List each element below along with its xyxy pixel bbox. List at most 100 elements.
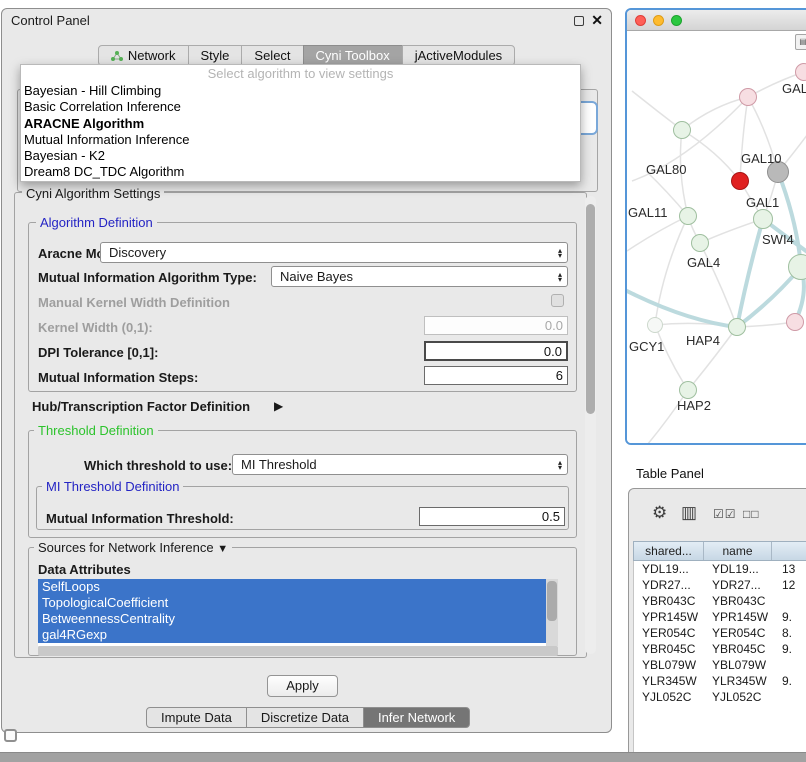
- tab-select[interactable]: Select: [241, 45, 303, 66]
- tab-style[interactable]: Style: [188, 45, 243, 66]
- network-node[interactable]: [753, 209, 773, 229]
- network-window-titlebar[interactable]: [627, 10, 806, 31]
- mi-type-label: Mutual Information Algorithm Type:: [38, 270, 257, 285]
- table-row[interactable]: YPR145WYPR145W9.: [634, 609, 806, 625]
- apply-button[interactable]: Apply: [267, 675, 338, 697]
- mi-steps-label: Mutual Information Steps:: [38, 370, 198, 385]
- mi-threshold-label: Mutual Information Threshold:: [46, 511, 234, 526]
- node-label: SWI4: [762, 232, 794, 247]
- table-header: shared... name: [633, 541, 806, 561]
- data-attributes-label: Data Attributes: [38, 562, 131, 577]
- control-panel-titlebar[interactable]: Control Panel ✕: [2, 9, 611, 33]
- settings-scrollbar[interactable]: [585, 196, 596, 654]
- dropdown-item[interactable]: Bayesian - K2: [21, 148, 580, 164]
- docked-panel-icon[interactable]: [4, 729, 17, 742]
- manual-kernel-checkbox[interactable]: [551, 294, 564, 307]
- expand-right-icon[interactable]: ▶: [274, 399, 283, 413]
- close-traffic-light[interactable]: [635, 15, 646, 26]
- column-header[interactable]: shared...: [634, 542, 704, 560]
- kernel-width-input[interactable]: [424, 316, 568, 335]
- column-header[interactable]: [772, 542, 806, 560]
- kernel-width-label: Kernel Width (0,1):: [38, 320, 153, 335]
- tab-jactivemodules[interactable]: jActiveModules: [402, 45, 515, 66]
- dropdown-item[interactable]: Basic Correlation Inference: [21, 99, 580, 115]
- network-tab-icon: [111, 50, 123, 62]
- table-row[interactable]: YJL052CYJL052C: [634, 689, 806, 705]
- network-node[interactable]: [795, 63, 806, 81]
- close-icon[interactable]: ✕: [591, 12, 603, 29]
- list-vertical-scrollbar[interactable]: [546, 579, 558, 646]
- node-label: GAL80: [646, 162, 686, 177]
- dpi-tolerance-label: DPI Tolerance [0,1]:: [38, 345, 158, 360]
- algorithm-dropdown-popup: Select algorithm to view settings Bayesi…: [20, 64, 581, 182]
- collapse-down-icon[interactable]: ▼: [217, 543, 228, 555]
- scrollbar-thumb[interactable]: [586, 204, 595, 414]
- groupbox-legend: Cyni Algorithm Settings: [22, 186, 164, 201]
- tab-discretize-data[interactable]: Discretize Data: [246, 707, 364, 728]
- network-node[interactable]: [673, 121, 691, 139]
- list-item[interactable]: SelfLoops: [38, 579, 546, 595]
- table-row[interactable]: YLR345WYLR345W9.: [634, 673, 806, 689]
- network-node[interactable]: [647, 317, 663, 333]
- mi-threshold-input[interactable]: [419, 507, 565, 526]
- gear-icon[interactable]: ⚙: [652, 503, 667, 523]
- tab-infer-network[interactable]: Infer Network: [363, 707, 470, 728]
- data-attributes-list: SelfLoops TopologicalCoefficient Between…: [38, 579, 558, 646]
- tab-cyni-toolbox[interactable]: Cyni Toolbox: [303, 45, 403, 66]
- select-all-checkboxes-icon[interactable]: ☑☑: [713, 507, 737, 521]
- table-row[interactable]: YBL079WYBL079W: [634, 657, 806, 673]
- float-window-icon[interactable]: [574, 16, 584, 26]
- network-node[interactable]: [691, 234, 709, 252]
- table-row[interactable]: YER054CYER054C8.: [634, 625, 806, 641]
- zoom-traffic-light[interactable]: [671, 15, 682, 26]
- select-value: Discovery: [109, 245, 166, 260]
- tab-label: Style: [201, 48, 230, 63]
- dropdown-item[interactable]: Mutual Information Inference: [21, 132, 580, 148]
- table-row[interactable]: YDR27...YDR27...12: [634, 577, 806, 593]
- network-node[interactable]: [679, 381, 697, 399]
- network-node[interactable]: [739, 88, 757, 106]
- list-item[interactable]: TopologicalCoefficient: [38, 595, 546, 611]
- dropdown-item-selected[interactable]: ARACNE Algorithm: [21, 116, 580, 132]
- control-panel-tabs: Network Style Select Cyni Toolbox jActiv…: [2, 45, 611, 66]
- tab-label: Select: [254, 48, 290, 63]
- tab-impute-data[interactable]: Impute Data: [146, 707, 247, 728]
- column-header[interactable]: name: [704, 542, 772, 560]
- groupbox-legend: MI Threshold Definition: [42, 479, 183, 494]
- node-label: GAL11: [628, 205, 668, 220]
- desktop: Control Panel ✕ Network Style Select Cyn…: [0, 0, 806, 762]
- node-label: HAP4: [686, 333, 720, 348]
- dpi-tolerance-input[interactable]: [424, 341, 568, 361]
- stepper-icon: ▴▾: [558, 460, 562, 470]
- node-label: GAL: [782, 81, 806, 96]
- dropdown-item[interactable]: Dream8 DC_TDC Algorithm: [21, 164, 580, 180]
- dropdown-item[interactable]: Bayesian - Hill Climbing: [21, 83, 580, 99]
- table-row[interactable]: YBR045CYBR045C9.: [634, 641, 806, 657]
- scrollbar-thumb[interactable]: [547, 581, 557, 621]
- network-node[interactable]: [679, 207, 697, 225]
- which-threshold-select[interactable]: MI Threshold ▴▾: [232, 454, 568, 475]
- cyni-bottom-tabs: Impute Data Discretize Data Infer Networ…: [146, 707, 470, 728]
- node-label: GAL4: [687, 255, 720, 270]
- network-node[interactable]: [728, 318, 746, 336]
- table-row[interactable]: YBR043CYBR043C: [634, 593, 806, 609]
- table-body: YDL19...YDL19...13 YDR27...YDR27...12 YB…: [633, 561, 806, 761]
- columns-icon[interactable]: ▥: [681, 503, 697, 523]
- list-item[interactable]: BetweennessCentrality: [38, 611, 546, 627]
- network-node[interactable]: [731, 172, 749, 190]
- list-horizontal-scrollbar[interactable]: [38, 646, 558, 656]
- tab-network[interactable]: Network: [98, 45, 189, 66]
- network-node[interactable]: [786, 313, 804, 331]
- window-title: Control Panel: [11, 13, 90, 28]
- aracne-mode-select[interactable]: Discovery ▴▾: [100, 242, 568, 263]
- table-row[interactable]: YDL19...YDL19...13: [634, 561, 806, 577]
- node-label: GCY1: [629, 339, 664, 354]
- minimize-traffic-light[interactable]: [653, 15, 664, 26]
- list-item[interactable]: gal4RGexp: [38, 627, 546, 643]
- network-view-window: GAL80 GAL10 GAL1 GAL11 SWI4 GAL4 GCY1 HA…: [625, 8, 806, 445]
- mi-steps-input[interactable]: [424, 366, 568, 385]
- network-canvas[interactable]: GAL80 GAL10 GAL1 GAL11 SWI4 GAL4 GCY1 HA…: [627, 31, 806, 443]
- clear-all-checkboxes-icon[interactable]: □□: [743, 507, 760, 521]
- scroll-corner-button[interactable]: ▤: [795, 34, 806, 50]
- mi-type-select[interactable]: Naive Bayes ▴▾: [271, 266, 568, 287]
